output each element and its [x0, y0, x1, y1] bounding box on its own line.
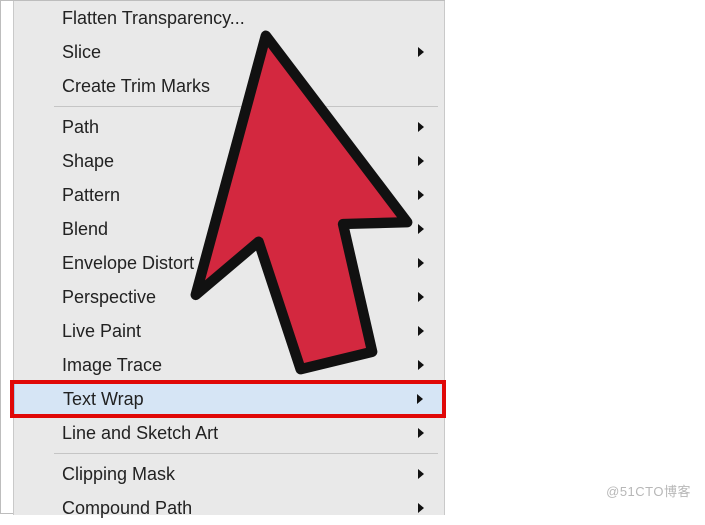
chevron-right-icon — [418, 47, 424, 57]
menu-window: Flatten Transparency... Slice Create Trim … — [0, 0, 445, 514]
menu-item-label: Envelope Distort — [62, 253, 418, 274]
menu-item-label: Perspective — [62, 287, 418, 308]
menu-item-envelope-distort[interactable]: Envelope Distort — [14, 246, 444, 280]
chevron-right-icon — [418, 258, 424, 268]
menu-item-flatten-transparency[interactable]: Flatten Transparency... — [14, 1, 444, 35]
object-menu: Flatten Transparency... Slice Create Trim … — [13, 1, 445, 515]
menu-item-live-paint[interactable]: Live Paint — [14, 314, 444, 348]
menu-item-perspective[interactable]: Perspective — [14, 280, 444, 314]
menu-item-image-trace[interactable]: Image Trace — [14, 348, 444, 382]
menu-item-line-and-sketch-art[interactable]: Line and Sketch Art — [14, 416, 444, 450]
chevron-right-icon — [418, 469, 424, 479]
menu-separator — [54, 453, 438, 454]
menu-item-label: Blend — [62, 219, 418, 240]
menu-item-label: Slice — [62, 42, 418, 63]
menu-item-text-wrap[interactable]: Text Wrap — [14, 382, 444, 416]
menu-item-label: Compound Path — [62, 498, 418, 519]
menu-item-label: Clipping Mask — [62, 464, 418, 485]
menu-separator — [54, 106, 438, 107]
menu-item-create-trim-marks[interactable]: Create Trim Marks — [14, 69, 444, 103]
menu-item-blend[interactable]: Blend — [14, 212, 444, 246]
chevron-right-icon — [418, 224, 424, 234]
chevron-right-icon — [418, 122, 424, 132]
watermark: @51CTO博客 — [606, 481, 691, 500]
menu-item-label: Live Paint — [62, 321, 418, 342]
menu-item-compound-path[interactable]: Compound Path — [14, 491, 444, 525]
chevron-right-icon — [418, 292, 424, 302]
menu-item-label: Create Trim Marks — [62, 76, 426, 97]
chevron-right-icon — [418, 360, 424, 370]
menu-list: Flatten Transparency... Slice Create Trim … — [14, 1, 444, 525]
menu-item-slice[interactable]: Slice — [14, 35, 444, 69]
menu-item-label: Flatten Transparency... — [62, 8, 426, 29]
menu-item-shape[interactable]: Shape — [14, 144, 444, 178]
menu-item-label: Line and Sketch Art — [62, 423, 418, 444]
menu-item-label: Text Wrap — [63, 389, 417, 410]
menu-item-label: Path — [62, 117, 418, 138]
menu-item-clipping-mask[interactable]: Clipping Mask — [14, 457, 444, 491]
menu-item-label: Shape — [62, 151, 418, 172]
chevron-right-icon — [418, 326, 424, 336]
menu-item-label: Image Trace — [62, 355, 418, 376]
chevron-right-icon — [418, 190, 424, 200]
chevron-right-icon — [418, 156, 424, 166]
chevron-right-icon — [417, 394, 423, 404]
menu-item-pattern[interactable]: Pattern — [14, 178, 444, 212]
menu-item-path[interactable]: Path — [14, 110, 444, 144]
chevron-right-icon — [418, 503, 424, 513]
menu-item-label: Pattern — [62, 185, 418, 206]
chevron-right-icon — [418, 428, 424, 438]
